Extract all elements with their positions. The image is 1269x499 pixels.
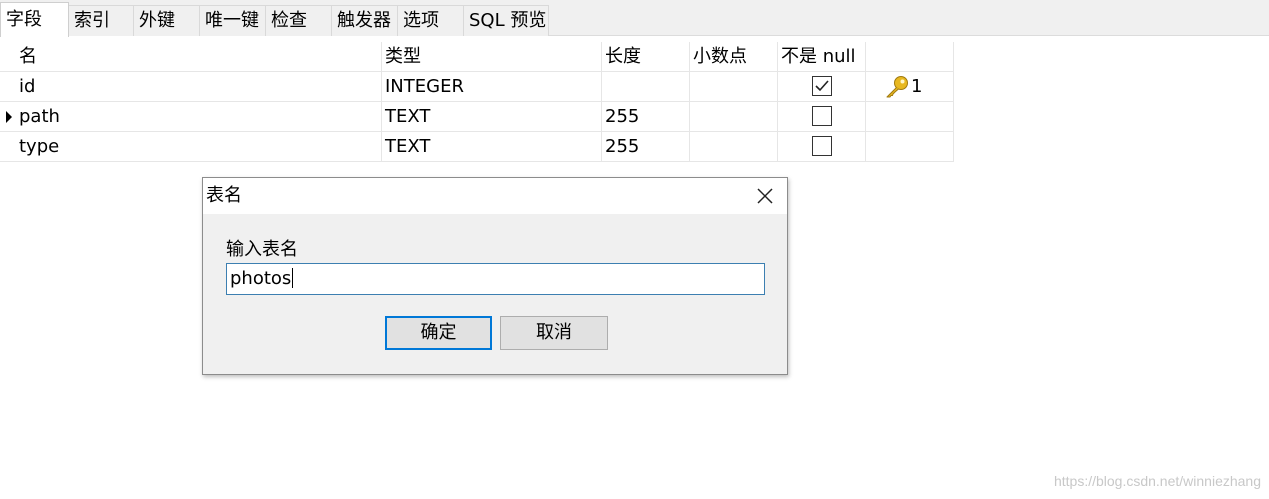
row-indicator[interactable] — [0, 132, 16, 162]
cell-field-length[interactable]: 255 — [602, 132, 690, 162]
cancel-button[interactable]: 取消 — [500, 316, 608, 350]
tab-label: 索引 — [74, 10, 110, 31]
cell-not-null — [778, 132, 866, 162]
row-indicator[interactable] — [0, 72, 16, 102]
row-indicator-current[interactable] — [0, 102, 16, 132]
watermark: https://blog.csdn.net/winniezhang — [1053, 473, 1261, 489]
row-pointer-icon — [6, 111, 12, 123]
column-header-decimals[interactable]: 小数点 — [690, 42, 778, 72]
not-null-checkbox[interactable] — [812, 76, 832, 96]
tab-options[interactable]: 选项 — [397, 5, 464, 36]
cell-primary-key[interactable] — [866, 132, 954, 162]
tab-label: 检查 — [271, 10, 307, 31]
table-name-value: photos — [230, 268, 292, 289]
cell-field-decimals[interactable] — [690, 132, 778, 162]
primary-key-order: 1 — [911, 76, 923, 97]
column-header-not-null[interactable]: 不是 null — [778, 42, 866, 72]
close-icon — [757, 188, 773, 204]
tab-label: SQL 预览 — [469, 10, 547, 31]
tab-label: 唯一键 — [205, 10, 259, 31]
tab-label: 字段 — [6, 9, 42, 30]
cell-not-null — [778, 72, 866, 102]
dialog-title-bar[interactable]: 表名 — [203, 178, 787, 214]
cell-field-type[interactable]: TEXT — [382, 132, 602, 162]
table-name-input[interactable]: photos — [226, 263, 765, 295]
not-null-checkbox[interactable] — [812, 136, 832, 156]
cell-field-type[interactable]: INTEGER — [382, 72, 602, 102]
tab-indexes[interactable]: 索引 — [68, 5, 134, 36]
tab-label: 选项 — [403, 10, 439, 31]
cell-field-name[interactable]: type — [16, 132, 382, 162]
tab-checks[interactable]: 检查 — [265, 5, 332, 36]
ok-button[interactable]: 确定 — [385, 316, 492, 350]
cell-field-name[interactable]: id — [16, 72, 382, 102]
dialog-title: 表名 — [206, 185, 242, 206]
tab-sql-preview[interactable]: SQL 预览 — [463, 5, 549, 36]
column-header-name[interactable]: 名 — [16, 42, 382, 72]
text-caret — [292, 268, 294, 288]
not-null-checkbox[interactable] — [812, 106, 832, 126]
tab-foreign-keys[interactable]: 外键 — [133, 5, 200, 36]
primary-key-indicator: 1 — [884, 74, 922, 100]
tab-label: 外键 — [139, 10, 175, 31]
column-header-length[interactable]: 长度 — [602, 42, 690, 72]
cell-primary-key[interactable]: 1 — [866, 72, 954, 102]
tab-triggers[interactable]: 触发器 — [331, 5, 398, 36]
tab-unique-keys[interactable]: 唯一键 — [199, 5, 266, 36]
cell-primary-key[interactable] — [866, 102, 954, 132]
cell-field-name[interactable]: path — [16, 102, 382, 132]
cell-not-null — [778, 102, 866, 132]
cell-field-length[interactable] — [602, 72, 690, 102]
cell-field-type[interactable]: TEXT — [382, 102, 602, 132]
tab-label: 触发器 — [337, 10, 391, 31]
check-icon — [815, 80, 829, 92]
cell-field-length[interactable]: 255 — [602, 102, 690, 132]
column-header-type[interactable]: 类型 — [382, 42, 602, 72]
close-button[interactable] — [753, 184, 777, 208]
row-indicator-header — [0, 42, 16, 72]
cell-field-decimals[interactable] — [690, 102, 778, 132]
cell-field-decimals[interactable] — [690, 72, 778, 102]
column-header-key[interactable] — [866, 42, 954, 72]
primary-key-icon — [886, 76, 908, 98]
table-name-prompt: 输入表名 — [226, 239, 298, 260]
tab-strip: 字段 索引 外键 唯一键 检查 触发器 选项 SQL 预览 — [0, 0, 1269, 37]
tab-fields[interactable]: 字段 — [0, 2, 69, 37]
table-name-dialog: 表名 输入表名 photos 确定 取消 — [202, 177, 788, 375]
